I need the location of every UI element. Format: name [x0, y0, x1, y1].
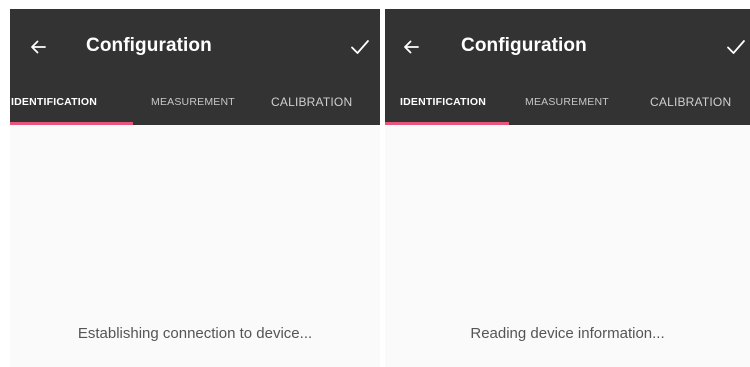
back-button[interactable]	[24, 33, 52, 61]
phone-screen-connecting: Configuration IDENTIFICATION MEASUREMENT…	[10, 9, 380, 367]
tab-bar: IDENTIFICATION MEASUREMENT CALIBRATION	[385, 84, 750, 125]
confirm-button[interactable]	[722, 33, 750, 61]
phone-screen-reading: Configuration IDENTIFICATION MEASUREMENT…	[385, 9, 750, 367]
app-bar: Configuration IDENTIFICATION MEASUREMENT…	[385, 9, 750, 125]
check-icon	[351, 40, 369, 54]
toolbar: Configuration	[10, 9, 380, 84]
status-message: Reading device information...	[470, 325, 665, 342]
tab-bar: IDENTIFICATION MEASUREMENT CALIBRATION	[10, 84, 380, 125]
page-title: Configuration	[461, 35, 587, 56]
page-title: Configuration	[86, 35, 212, 56]
tab-calibration[interactable]: CALIBRATION	[271, 94, 352, 110]
tab-measurement[interactable]: MEASUREMENT	[151, 94, 235, 110]
content-area: Reading device information...	[385, 125, 750, 367]
screenshot-canvas: Configuration IDENTIFICATION MEASUREMENT…	[0, 0, 750, 367]
content-area: Establishing connection to device...	[10, 125, 380, 367]
status-message: Establishing connection to device...	[77, 325, 313, 342]
arrow-left-icon	[31, 40, 46, 54]
arrow-left-icon	[404, 40, 419, 54]
check-icon	[727, 40, 745, 54]
back-button[interactable]	[397, 33, 425, 61]
tab-identification[interactable]: IDENTIFICATION	[11, 94, 97, 110]
app-bar: Configuration IDENTIFICATION MEASUREMENT…	[10, 9, 380, 125]
tab-calibration[interactable]: CALIBRATION	[650, 94, 731, 110]
tab-measurement[interactable]: MEASUREMENT	[525, 94, 609, 110]
confirm-button[interactable]	[346, 33, 374, 61]
toolbar: Configuration	[385, 9, 750, 84]
tab-identification[interactable]: IDENTIFICATION	[400, 94, 486, 110]
